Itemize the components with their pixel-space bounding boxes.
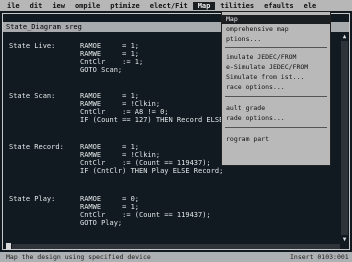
code-line: GOTO Play; bbox=[80, 219, 123, 227]
menu-item-trace-options[interactable]: race options... bbox=[222, 83, 330, 92]
menu-item-program-part[interactable]: rogram part bbox=[222, 135, 330, 144]
vertical-scrollbar[interactable] bbox=[341, 41, 348, 235]
state-label: State Scan: bbox=[9, 92, 56, 100]
state-label: State Live: bbox=[9, 42, 56, 50]
code-line: RAMOE = 1; bbox=[80, 143, 140, 151]
code-line: CntClr := (Count == 119437); bbox=[80, 159, 211, 167]
menu-item-fault-grade[interactable]: ault grade bbox=[222, 104, 330, 113]
code-line: IF (CntClr) THEN Play ELSE Record; bbox=[80, 167, 224, 175]
state-label: State Play: bbox=[9, 195, 56, 203]
code-line: GOTO Scan; bbox=[80, 66, 123, 74]
menu-item-simulate-jedec[interactable]: imulate JEDEC/FROM bbox=[222, 53, 330, 62]
menu-item-map[interactable]: Map bbox=[222, 15, 330, 24]
code-line: CntClr := 1; bbox=[80, 58, 144, 66]
map-dropdown-menu: Map omprehensive map ptions... imulate J… bbox=[221, 11, 331, 166]
code-line: RAMOE = 0; bbox=[80, 195, 140, 203]
menu-separator bbox=[225, 127, 327, 128]
menu-item-options[interactable]: ptions... bbox=[222, 35, 330, 44]
code-line: CntClr := A8 != 0; bbox=[80, 108, 169, 116]
code-line: CntClr := (Count == 119437); bbox=[80, 211, 211, 219]
cursor-position: Insert 0103:001 bbox=[290, 253, 349, 261]
scroll-down-arrow-icon[interactable]: ▼ bbox=[341, 236, 348, 244]
menu-separator bbox=[225, 47, 327, 48]
horizontal-scroll-thumb[interactable] bbox=[6, 243, 11, 250]
code-line: RAMWE = !Clkin; bbox=[80, 151, 161, 159]
status-bar: Map the design using specified device In… bbox=[0, 252, 352, 262]
menu-item-comprehensive-map[interactable]: omprehensive map bbox=[222, 25, 330, 34]
menu-item-simulate-from-list[interactable]: Simulate from ist... bbox=[222, 73, 330, 82]
state-label: State Record: bbox=[9, 143, 64, 151]
code-line: RAMOE = 1; bbox=[80, 42, 140, 50]
code-line: RAMOE = 1; bbox=[80, 92, 140, 100]
menu-item-resimulate-jedec[interactable]: e-Simulate JEDEC/FROM bbox=[222, 63, 330, 72]
horizontal-scrollbar[interactable] bbox=[12, 244, 340, 249]
code-line: RAMWE = 1; bbox=[80, 203, 140, 211]
status-message: Map the design using specified device bbox=[6, 253, 151, 261]
menu-separator bbox=[225, 96, 327, 97]
menu-item-grade-options[interactable]: rade options... bbox=[222, 114, 330, 123]
code-line: RAMWE = 1; bbox=[80, 50, 140, 58]
code-line: RAMWE = !Clkin; bbox=[80, 100, 161, 108]
scroll-up-arrow-icon[interactable]: ▲ bbox=[341, 33, 348, 41]
